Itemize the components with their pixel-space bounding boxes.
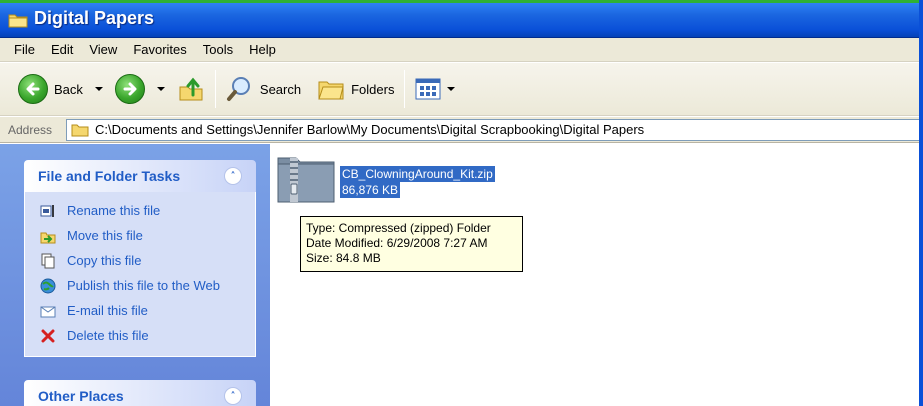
menu-tools[interactable]: Tools: [195, 38, 241, 62]
search-label: Search: [259, 81, 302, 97]
back-label: Back: [54, 81, 83, 97]
file-folder-tasks-header[interactable]: File and Folder Tasks ˄: [24, 160, 256, 192]
tooltip-size: Size: 84.8 MB: [306, 251, 381, 265]
window-border: [919, 0, 923, 406]
copy-icon: [39, 252, 57, 270]
task-delete-file[interactable]: Delete this file: [39, 323, 243, 348]
task-rename-file[interactable]: Rename this file: [39, 198, 243, 223]
task-email-file[interactable]: E-mail this file: [39, 298, 243, 323]
other-places-panel: Other Places ˄: [24, 380, 256, 406]
collapse-icon[interactable]: ˄: [224, 167, 242, 185]
title-bar-strip: [0, 0, 923, 3]
forward-arrow-icon: [114, 74, 145, 104]
address-path: C:\Documents and Settings\Jennifer Barlo…: [95, 122, 645, 137]
address-bar: Address C:\Documents and Settings\Jennif…: [0, 117, 923, 143]
back-arrow-icon: [18, 74, 48, 104]
folders-icon: [318, 81, 344, 100]
views-icon: [415, 78, 441, 100]
collapse-icon[interactable]: ˄: [224, 387, 242, 405]
task-label: Move this file: [67, 228, 143, 243]
back-dropdown-icon[interactable]: [94, 87, 103, 91]
task-label: Copy this file: [67, 253, 142, 268]
menu-favorites[interactable]: Favorites: [125, 38, 194, 62]
toolbar-separator: [214, 70, 216, 108]
panel-title: Other Places: [38, 388, 124, 404]
task-label: Rename this file: [67, 203, 161, 218]
folder-icon: [8, 14, 28, 28]
folder-icon: [71, 124, 89, 136]
task-label: E-mail this file: [67, 303, 148, 318]
menu-edit[interactable]: Edit: [43, 38, 81, 62]
task-label: Publish this file to the Web: [67, 278, 220, 293]
task-label: Delete this file: [67, 328, 149, 343]
menu-file[interactable]: File: [6, 38, 43, 62]
views-dropdown-icon[interactable]: [447, 87, 456, 91]
file-name[interactable]: CB_ClowningAround_Kit.zip: [340, 166, 495, 182]
address-field[interactable]: C:\Documents and Settings\Jennifer Barlo…: [66, 118, 921, 141]
tooltip-date-modified: Date Modified: 6/29/2008 7:27 AM: [306, 236, 488, 250]
search-button[interactable]: Search: [222, 69, 305, 109]
menu-help[interactable]: Help: [241, 38, 284, 62]
toolbar: Back Search Folders: [0, 63, 923, 116]
window-title: Digital Papers: [34, 8, 155, 28]
task-copy-file[interactable]: Copy this file: [39, 248, 243, 273]
back-button[interactable]: Back: [14, 69, 87, 109]
address-label: Address: [8, 122, 53, 137]
up-folder-icon: [179, 77, 203, 101]
views-button[interactable]: [411, 69, 445, 109]
search-icon: [226, 77, 250, 101]
move-icon: [39, 227, 57, 245]
folders-label: Folders: [351, 81, 395, 97]
up-folder-button[interactable]: [173, 69, 209, 109]
publish-web-icon: [39, 277, 57, 295]
file-item[interactable]: CB_ClowningAround_Kit.zip 86,876 KB: [276, 152, 495, 204]
tooltip-type: Type: Compressed (zipped) Folder: [306, 221, 491, 235]
task-move-file[interactable]: Move this file: [39, 223, 243, 248]
menu-view[interactable]: View: [81, 38, 125, 62]
task-publish-web[interactable]: Publish this file to the Web: [39, 273, 243, 298]
panel-title: File and Folder Tasks: [38, 168, 181, 184]
delete-icon: [39, 327, 57, 345]
file-tooltip: Type: Compressed (zipped) Folder Date Mo…: [300, 216, 523, 272]
file-folder-tasks-body: Rename this file Move this file Copy thi…: [24, 192, 256, 357]
zip-folder-icon: [277, 157, 335, 203]
forward-button[interactable]: [111, 69, 149, 109]
other-places-header[interactable]: Other Places ˄: [24, 380, 256, 406]
rename-icon: [39, 202, 57, 220]
folders-button[interactable]: Folders: [313, 69, 398, 109]
file-folder-tasks-panel: File and Folder Tasks ˄ Rename this file…: [24, 160, 256, 357]
email-icon: [39, 302, 57, 320]
menu-bar: File Edit View Favorites Tools Help: [0, 38, 923, 62]
task-pane: File and Folder Tasks ˄ Rename this file…: [0, 144, 270, 406]
file-labels: CB_ClowningAround_Kit.zip 86,876 KB: [340, 166, 495, 204]
file-size: 86,876 KB: [340, 182, 401, 198]
title-bar: Digital Papers: [0, 0, 923, 38]
toolbar-separator: [404, 70, 406, 108]
forward-dropdown-icon[interactable]: [156, 87, 165, 91]
file-list: CB_ClowningAround_Kit.zip 86,876 KB Type…: [270, 144, 923, 406]
